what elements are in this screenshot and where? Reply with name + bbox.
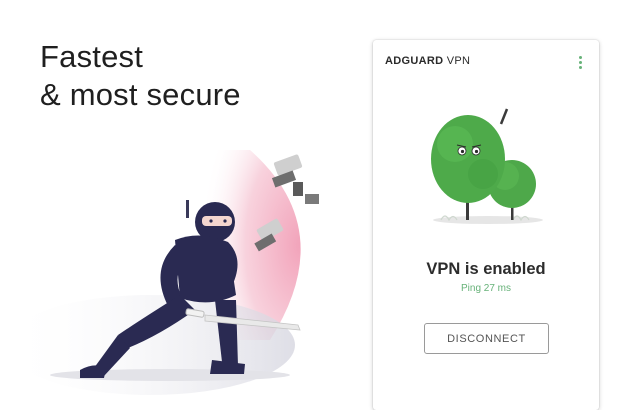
vpn-status-title: VPN is enabled	[426, 260, 546, 278]
more-menu-button[interactable]	[573, 54, 587, 70]
vpn-app-window: ADGUARD VPN VPN is enabled Ping 27 ms DI…	[373, 40, 599, 410]
ninja-illustration	[5, 150, 319, 395]
app-title: ADGUARD VPN	[385, 55, 470, 67]
trees-illustration	[431, 108, 543, 224]
headline-line-1: Fastest	[40, 39, 144, 74]
ping-status: Ping 27 ms	[460, 283, 512, 294]
more-vertical-icon	[578, 55, 582, 59]
promo-headline: Fastest & most secure	[40, 38, 241, 114]
disconnect-button[interactable]: DISCONNECT	[424, 323, 549, 354]
headline-line-2: & most secure	[40, 77, 241, 112]
brand-product: VPN	[446, 55, 471, 67]
brand-name: ADGUARD	[385, 55, 444, 67]
